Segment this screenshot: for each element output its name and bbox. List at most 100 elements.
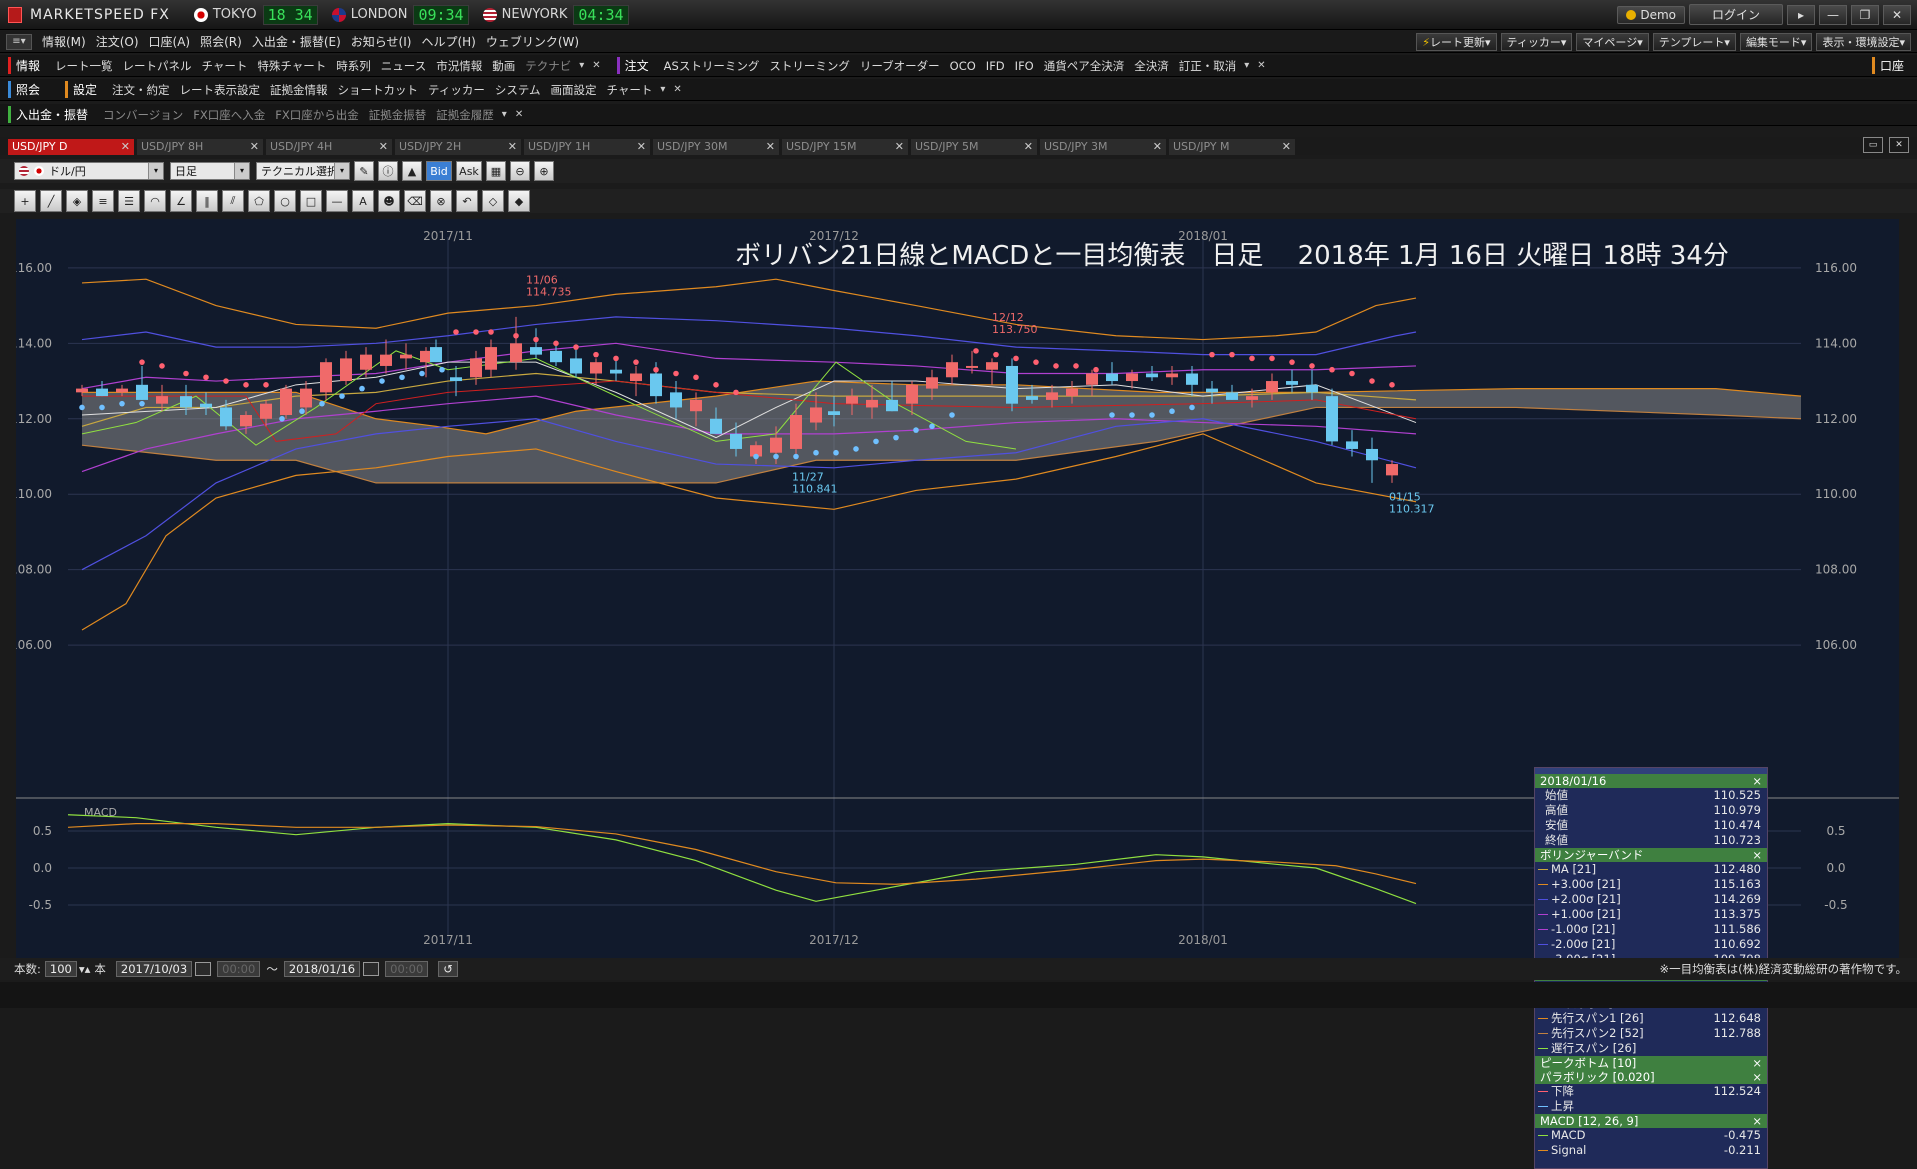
close-button[interactable]: ✕: [1883, 4, 1911, 25]
dropdown-icon[interactable]: ▾: [502, 109, 507, 120]
tab-usdjpy-4h[interactable]: USD/JPY 4H ✕: [266, 139, 392, 155]
text-icon[interactable]: A: [352, 190, 374, 212]
bid-button[interactable]: Bid: [426, 161, 452, 181]
zoom-in-icon[interactable]: ⊕: [534, 161, 554, 181]
display-settings-button[interactable]: 表示・環境設定▾: [1816, 32, 1911, 51]
nav-item[interactable]: 通貨ペア全決済: [1044, 58, 1125, 74]
template-button[interactable]: テンプレート▾: [1652, 32, 1736, 51]
ticker-button[interactable]: ティッカー▾: [1500, 32, 1573, 51]
tab-usdjpy-3m[interactable]: USD/JPY 3M ✕: [1040, 139, 1166, 155]
calendar-icon[interactable]: [195, 962, 212, 976]
nav-item[interactable]: ショートカット: [338, 82, 419, 98]
currency-pair-select[interactable]: ドル/円 ▾: [14, 162, 164, 180]
dropdown-icon[interactable]: ▾: [1244, 60, 1249, 71]
technical-select[interactable]: テクニカル選択 ▾: [256, 162, 350, 180]
pen-icon[interactable]: ✎: [354, 161, 374, 181]
ask-button[interactable]: Ask: [456, 161, 482, 181]
close-icon[interactable]: ×: [1752, 1070, 1762, 1084]
maximize-icon[interactable]: ▭: [1863, 137, 1883, 153]
delete-one-icon[interactable]: ⌫: [404, 190, 426, 212]
close-icon[interactable]: ✕: [250, 139, 259, 155]
fan-icon[interactable]: ∠: [170, 190, 192, 212]
close-icon[interactable]: ✕: [515, 109, 523, 120]
mypage-button[interactable]: マイページ▾: [1576, 32, 1649, 51]
close-icon[interactable]: ✕: [1889, 137, 1909, 153]
menu-account[interactable]: 口座(A): [149, 33, 191, 50]
hline-icon[interactable]: —: [326, 190, 348, 212]
undo-icon[interactable]: ↶: [456, 190, 478, 212]
nav-item[interactable]: レートパネル: [123, 58, 192, 74]
menu-help[interactable]: ヘルプ(H): [421, 33, 475, 50]
pentagon-icon[interactable]: ⬠: [248, 190, 270, 212]
nav-item[interactable]: 注文・約定: [112, 82, 170, 98]
minimize-button[interactable]: —: [1819, 4, 1847, 25]
tag-icon[interactable]: ◇: [482, 190, 504, 212]
info-icon[interactable]: ⓘ: [378, 161, 398, 181]
zoom-out-icon[interactable]: ⊖: [510, 161, 530, 181]
nav-account-tag[interactable]: 口座: [1871, 57, 1909, 74]
from-time-input[interactable]: 00:00: [217, 961, 261, 977]
tab-usdjpy-5m[interactable]: USD/JPY 5M ✕: [911, 139, 1037, 155]
chart-area[interactable]: 116.00 116.00 114.00 114.00 112.00 112.00 110.…: [16, 219, 1899, 1169]
nav-item[interactable]: 証拠金情報: [270, 82, 328, 98]
nav-item[interactable]: IFD: [986, 59, 1005, 73]
nav-item[interactable]: ティッカー: [428, 82, 485, 98]
nav-item[interactable]: 全決済: [1134, 58, 1169, 74]
emoji-icon[interactable]: ☻: [378, 190, 400, 212]
menu-notice[interactable]: お知らせ(I): [351, 33, 412, 50]
nav-item[interactable]: 動画: [492, 58, 515, 74]
calendar-icon[interactable]: [363, 962, 380, 976]
tab-usdjpy-d[interactable]: USD/JPY D ✕: [8, 139, 134, 155]
close-icon[interactable]: ✕: [379, 139, 388, 155]
menu-weblink[interactable]: ウェブリンク(W): [486, 33, 579, 50]
nav-deposit-tag[interactable]: 入出金・振替: [8, 106, 93, 123]
close-icon[interactable]: ✕: [508, 139, 517, 155]
edit-mode-button[interactable]: 編集モード▾: [1739, 32, 1813, 51]
refresh-icon[interactable]: ↺: [438, 961, 458, 977]
close-icon[interactable]: ✕: [121, 139, 130, 155]
menu-info[interactable]: 情報(M): [42, 33, 86, 50]
tab-usdjpy-8h[interactable]: USD/JPY 8H ✕: [137, 139, 263, 155]
close-icon[interactable]: ✕: [1282, 139, 1291, 155]
close-icon[interactable]: ✕: [766, 139, 775, 155]
rectangle-icon[interactable]: □: [300, 190, 322, 212]
login-button[interactable]: ログイン: [1688, 4, 1783, 25]
period-select[interactable]: 日足 ▾: [170, 162, 250, 180]
dropdown-icon[interactable]: ▾: [660, 84, 665, 95]
close-icon[interactable]: ×: [1752, 1114, 1762, 1128]
to-time-input[interactable]: 00:00: [385, 961, 429, 977]
close-icon[interactable]: ×: [1752, 848, 1762, 862]
crosshair-icon[interactable]: +: [14, 190, 36, 212]
nav-item[interactable]: レート一覧: [55, 58, 113, 74]
to-date-input[interactable]: 2018/01/16: [283, 961, 361, 977]
channel-icon[interactable]: ⫽: [222, 190, 244, 212]
nav-item[interactable]: レート表示設定: [180, 82, 261, 98]
tab-usdjpy-2h[interactable]: USD/JPY 2H ✕: [395, 139, 521, 155]
demo-button[interactable]: Demo: [1617, 5, 1685, 24]
close-icon[interactable]: ×: [1752, 1056, 1762, 1070]
nav-item[interactable]: 画面設定: [551, 82, 597, 98]
tab-usdjpy-m[interactable]: USD/JPY M ✕: [1169, 139, 1295, 155]
fib-lines-icon[interactable]: ☰: [118, 190, 140, 212]
tab-usdjpy-30m[interactable]: USD/JPY 30M ✕: [653, 139, 779, 155]
nav-item[interactable]: 特殊チャート: [257, 58, 326, 74]
from-date-input[interactable]: 2017/10/03: [115, 961, 193, 977]
count-input[interactable]: 100: [44, 961, 77, 977]
nav-item[interactable]: IFO: [1015, 59, 1034, 73]
tags-icon[interactable]: ◆: [508, 190, 530, 212]
nav-item[interactable]: ASストリーミング: [664, 58, 760, 74]
trendline-icon[interactable]: ╱: [40, 190, 62, 212]
nav-item[interactable]: 時系列: [336, 58, 371, 74]
nav-item[interactable]: チャート: [202, 58, 248, 74]
close-icon[interactable]: ✕: [1024, 139, 1033, 155]
close-icon[interactable]: ✕: [895, 139, 904, 155]
close-icon[interactable]: ✕: [592, 60, 600, 71]
dropdown-icon[interactable]: ▾: [579, 60, 584, 71]
close-icon[interactable]: ✕: [1153, 139, 1162, 155]
nav-item[interactable]: チャート: [607, 82, 653, 98]
restore-button[interactable]: ❐: [1851, 4, 1879, 25]
menu-inquiry[interactable]: 照会(R): [200, 33, 242, 50]
nav-item[interactable]: 市況情報: [436, 58, 482, 74]
tab-usdjpy-1h[interactable]: USD/JPY 1H ✕: [524, 139, 650, 155]
close-icon[interactable]: ✕: [637, 139, 646, 155]
